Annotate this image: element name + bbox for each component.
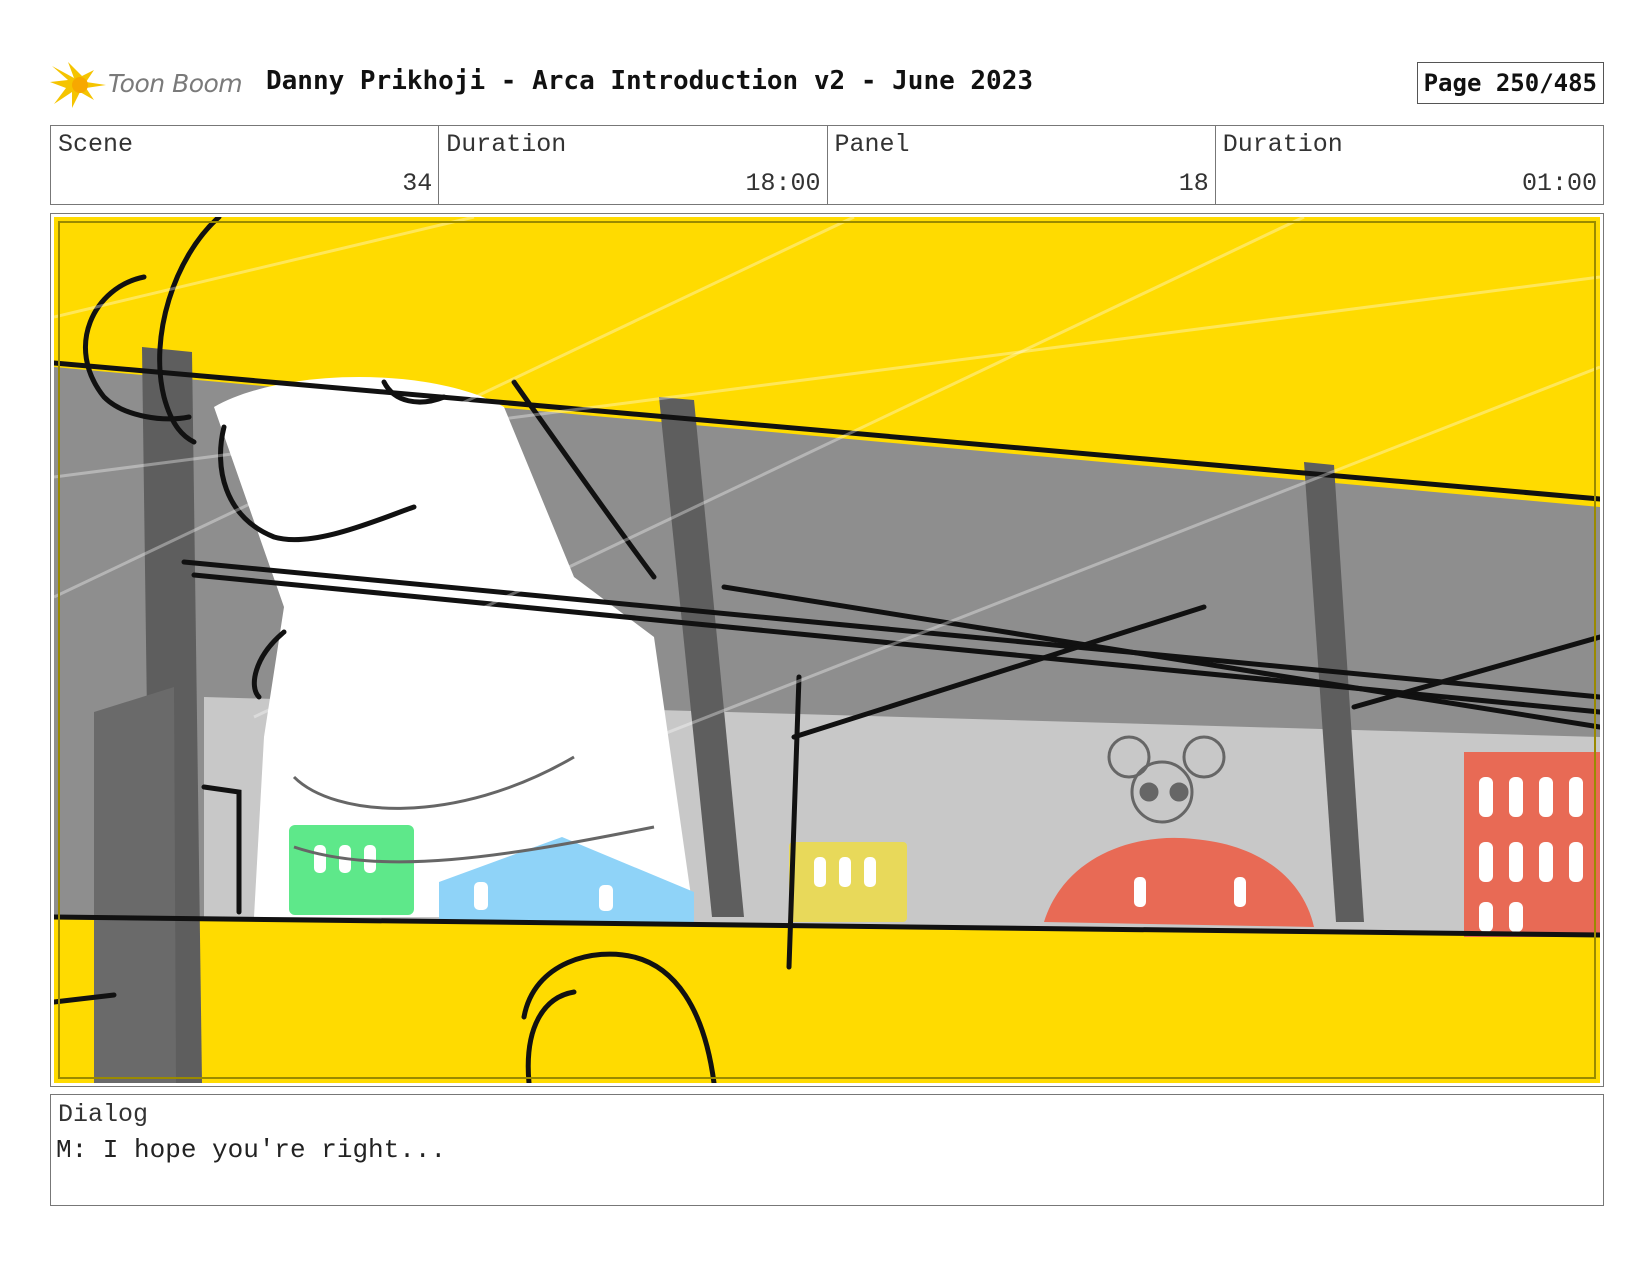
starburst-icon <box>50 62 106 108</box>
scene-info-table: Scene 34 Duration 18:00 Panel 18 Duratio… <box>50 125 1604 205</box>
green-building <box>289 825 414 915</box>
scene-value: 34 <box>402 169 433 198</box>
panel-duration-cell: Duration 01:00 <box>1216 126 1603 204</box>
panel-duration-value: 01:00 <box>1521 169 1597 198</box>
document-title: Danny Prikhoji - Arca Introduction v2 - … <box>266 66 1034 96</box>
toon-boom-logo: Toon Boom <box>50 60 250 110</box>
panel-duration-label: Duration <box>1222 130 1343 159</box>
panel-cell: Panel 18 <box>828 126 1216 204</box>
scene-label: Scene <box>58 130 134 159</box>
scene-duration-label: Duration <box>446 130 567 159</box>
panel-label: Panel <box>834 130 910 159</box>
seat-back <box>94 687 176 1083</box>
storyboard-panel <box>50 213 1604 1087</box>
scene-duration-cell: Duration 18:00 <box>439 126 828 204</box>
dialog-label: Dialog <box>58 1100 149 1129</box>
scene-cell: Scene 34 <box>51 126 440 204</box>
dialog-section: Dialog M: I hope you're right... <box>50 1094 1604 1206</box>
panel-drawing <box>54 217 1600 1083</box>
panel-value: 18 <box>1178 169 1209 198</box>
dialog-text: M: I hope you're right... <box>56 1135 447 1165</box>
page-header: Toon Boom Danny Prikhoji - Arca Introduc… <box>50 60 1604 110</box>
page-number: Page 250/485 <box>1416 62 1604 104</box>
logo-text: Toon Boom <box>108 69 243 98</box>
scene-duration-value: 18:00 <box>745 169 821 198</box>
